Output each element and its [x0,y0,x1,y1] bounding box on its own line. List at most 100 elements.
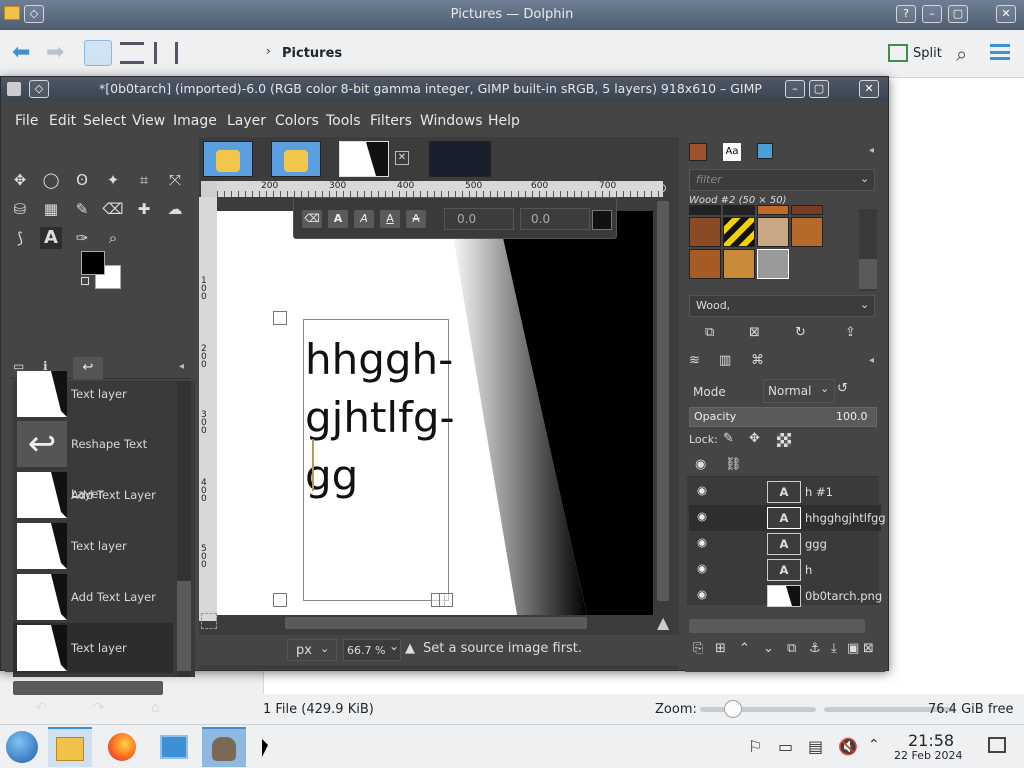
layer-row[interactable]: ◉ A h [689,557,881,583]
history-item[interactable]: Add Text Layer [13,470,173,520]
eye-icon[interactable]: ◉ [697,535,707,549]
pattern-swatch[interactable] [757,205,789,215]
menu-image[interactable]: Image [173,113,217,129]
text-box-handle[interactable] [273,593,287,607]
smudge-icon[interactable]: ☁ [164,198,186,220]
text-box-handle[interactable] [439,593,453,607]
gimp-pin-button[interactable]: ◇ [29,80,49,98]
history-hscroll[interactable] [13,681,163,695]
undo-history-list[interactable]: Text layer ↩ Reshape Text Layer Add Text … [13,371,195,677]
gimp-minimize-button[interactable]: – [785,80,805,98]
paths-tab-icon[interactable]: ⌘ [751,353,771,373]
layers-hscroll[interactable] [689,619,865,633]
volume-muted-icon[interactable]: 🔇 [838,737,858,756]
foreground-color-swatch[interactable] [81,251,105,275]
heal-icon[interactable]: ✚ [133,198,155,220]
eye-icon[interactable]: ◉ [697,509,707,523]
layer-row[interactable]: ◉ A ggg [689,531,881,557]
icons-view-button[interactable] [84,40,112,66]
layer-row[interactable]: ◉ 0b0tarch.png [689,583,882,609]
history-item[interactable]: Text layer [13,369,173,419]
history-item-selected[interactable]: Text layer [13,623,173,673]
image-tab-active[interactable] [339,141,389,177]
paintbrush-icon[interactable]: ✎ [71,198,93,220]
image-tab[interactable] [203,141,253,177]
layer-row[interactable]: ◉ A h #1 [689,479,881,505]
forward-arrow-icon[interactable]: ➡ [46,42,64,64]
menu-view[interactable]: View [132,113,165,129]
reset-colors-icon[interactable] [81,277,89,285]
eye-icon[interactable]: ◉ [697,587,707,601]
clipboard-icon[interactable]: ▭ [778,737,793,756]
pattern-swatch[interactable] [791,205,823,215]
bucket-fill-icon[interactable]: ⛁ [9,198,31,220]
anchor-layer-icon[interactable]: ⚓ [809,641,821,656]
paths-icon[interactable]: ⟆ [9,227,31,249]
undo-icon[interactable]: ↶ [35,700,47,716]
pattern-swatch-selected[interactable] [757,249,789,279]
fonts-tab-icon[interactable]: Aa [723,143,741,161]
text-box-handle[interactable] [273,311,287,325]
pattern-swatch[interactable] [791,217,823,247]
fuzzy-select-icon[interactable]: ✦ [102,169,124,191]
image-tab[interactable] [429,141,491,177]
dock-menu-icon[interactable]: ◂ [869,145,874,156]
clear-style-button[interactable]: ⌫ [302,210,322,228]
lock-position-icon[interactable]: ✥ [749,431,760,446]
navigation-icon[interactable]: ▲ [657,613,669,632]
color-picker-icon[interactable]: ✑ [71,227,93,249]
menu-filters[interactable]: Filters [370,113,412,129]
pattern-swatch[interactable] [689,249,721,279]
redo-icon[interactable]: ↷ [93,700,105,716]
canvas-text[interactable]: hhggh- gjhtlfg- gg [305,331,455,505]
text-color-button[interactable] [592,210,612,230]
pattern-swatch[interactable] [723,217,755,247]
new-layer-group-icon[interactable]: ⊞ [715,641,726,656]
firefox-task-icon[interactable] [100,727,144,767]
delete-layer-icon[interactable]: ⊠ [863,641,874,656]
layer-row-selected[interactable]: ◉ A hhgghgjhtlfgg [689,505,886,531]
merge-layer-icon[interactable]: ⤓ [831,641,837,656]
free-select-icon[interactable]: ʘ [71,169,93,191]
pattern-delete-icon[interactable]: ⊠ [749,325,760,340]
dolphin-minimize-button[interactable]: – [922,5,942,23]
breadcrumb-pictures[interactable]: Pictures [282,46,342,61]
hamburger-menu-icon[interactable] [990,44,1010,60]
search-icon[interactable]: ⌕ [956,42,967,66]
close-tab-icon[interactable]: ✕ [395,151,409,165]
zoom-slider[interactable] [700,707,816,712]
patterns-tab-icon[interactable] [689,143,707,161]
dolphin-help-button[interactable]: ? [896,5,916,23]
gimp-task-icon[interactable] [202,727,246,767]
menu-layer[interactable]: Layer [227,113,266,129]
menu-help[interactable]: Help [488,113,520,129]
gimp-titlebar[interactable]: ◇ *[0b0tarch] (imported)-6.0 (RGB color … [1,77,888,101]
crop-icon[interactable]: ⌗ [133,169,155,191]
lower-layer-icon[interactable]: ⌄ [763,641,774,656]
ruler-corner-icon[interactable] [201,181,217,197]
raise-layer-icon[interactable]: ⌃ [739,641,750,656]
dolphin-close-button[interactable]: ✕ [996,5,1016,23]
ellipse-select-icon[interactable]: ◯ [40,169,62,191]
clock-date[interactable]: 22 Feb 2024 [894,749,962,762]
kerning-field[interactable]: 0.0 [520,208,590,230]
compact-view-button[interactable] [120,42,144,64]
eye-icon[interactable]: ◉ [697,561,707,575]
dolphin-titlebar[interactable]: ◇ Pictures — Dolphin ? – ▢ ✕ [0,0,1024,30]
zoom-tool-icon[interactable]: ⌕ [102,227,124,249]
clock-time[interactable]: 21:58 [908,731,954,750]
menu-select[interactable]: Select [83,113,126,129]
gradient-icon[interactable]: ▦ [40,198,62,220]
history-item[interactable]: ↩ Reshape Text Layer [13,419,173,501]
dolphin-task-icon[interactable] [48,727,92,767]
menu-file[interactable]: File [15,113,38,129]
mode-reset-icon[interactable]: ↺ [837,381,848,396]
eraser-icon[interactable]: ⌫ [102,198,124,220]
zoom-dropdown-icon[interactable]: ⌄ [385,639,403,661]
layers-tab-icon[interactable]: ≋ [689,353,709,373]
pattern-refresh-icon[interactable]: ↻ [795,325,806,340]
duplicate-layer-icon[interactable]: ⧉ [787,641,796,656]
pattern-duplicate-icon[interactable]: ⧉ [705,325,714,340]
strikethrough-button[interactable]: A [406,210,426,228]
chevron-up-icon[interactable]: ⌃ [868,737,880,753]
